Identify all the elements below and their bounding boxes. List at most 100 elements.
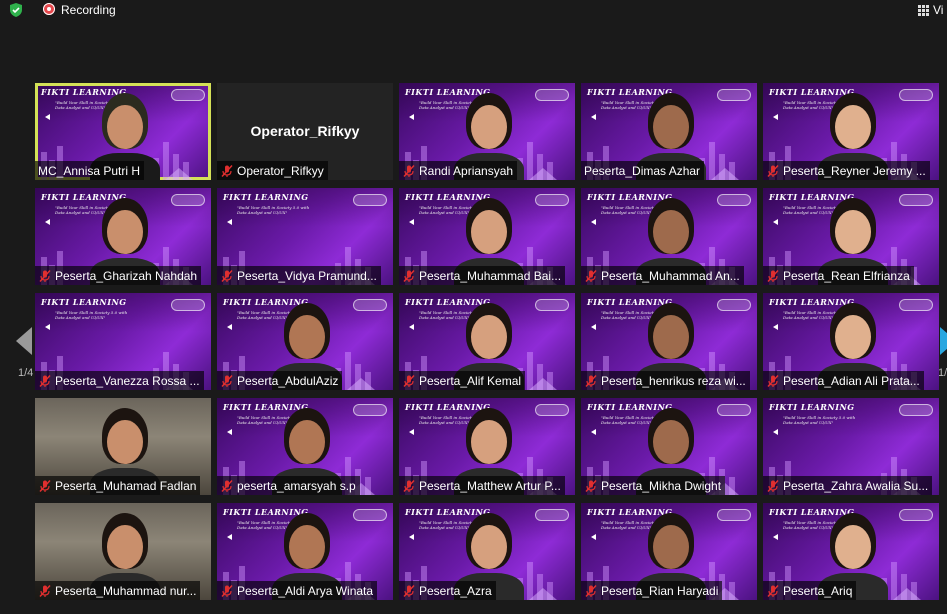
participant-name-bar: Peserta_Zahra Awalia Su... <box>763 476 933 495</box>
participant-name: Peserta_Dimas Azhar <box>584 163 701 178</box>
view-button[interactable]: Vi <box>918 2 943 18</box>
participant-silhouette-face <box>471 420 507 464</box>
participant-silhouette-face <box>471 210 507 254</box>
slide-brand-text: FIKTI LEARNING <box>223 192 309 202</box>
slide-triangle <box>165 168 193 180</box>
video-tile[interactable]: FIKTI LEARNING "Build Your Skill in Socie… <box>35 188 211 285</box>
video-tile[interactable]: FIKTI LEARNING "Build Your Skill in Socie… <box>399 83 575 180</box>
participant-name: Peserta_Alif Kemal <box>419 373 522 388</box>
slide-logo-badge <box>717 404 751 416</box>
participant-silhouette-face <box>653 315 689 359</box>
mic-muted-icon <box>767 584 779 597</box>
participant-silhouette-face <box>653 210 689 254</box>
participant-name: Peserta_Vanezza Rossa ... <box>55 373 200 388</box>
video-tile[interactable]: FIKTI LEARNING "Build Your Skill in Socie… <box>581 503 757 600</box>
video-tile[interactable]: FIKTI LEARNING "Build Your Skill in Socie… <box>763 188 939 285</box>
video-tile[interactable]: FIKTI LEARNING "Build Your Skill in Socie… <box>763 83 939 180</box>
video-tile[interactable]: FIKTI LEARNING "Build Your Skill in Socie… <box>217 188 393 285</box>
video-tile[interactable]: FIKTI LEARNING "Build Your Skill in Socie… <box>581 398 757 495</box>
video-tile[interactable]: FIKTI LEARNING "Build Your Skill in Socie… <box>35 83 211 180</box>
video-tile[interactable]: FIKTI LEARNING "Build Your Skill in Socie… <box>399 398 575 495</box>
top-bar: Recording Vi <box>0 0 947 22</box>
mic-muted-icon <box>221 374 233 387</box>
shield-icon[interactable] <box>8 2 24 18</box>
slide-speaker-icon <box>591 114 596 120</box>
video-tile[interactable]: FIKTI LEARNING "Build Your Skill in Socie… <box>581 83 757 180</box>
participant-name-bar: Peserta_Ariq <box>763 581 857 600</box>
video-tile[interactable]: FIKTI LEARNING "Build Your Skill in Socie… <box>399 293 575 390</box>
slide-speaker-icon <box>409 324 414 330</box>
video-tile[interactable]: FIKTI LEARNING "Build Your Skill in Socie… <box>399 503 575 600</box>
slide-logo-badge <box>899 194 933 206</box>
participant-name: Peserta_Ariq <box>783 583 853 598</box>
participant-name: Peserta_Zahra Awalia Su... <box>783 478 929 493</box>
video-tile[interactable]: FIKTI LEARNING "Build Your Skill in Socie… <box>35 293 211 390</box>
slide-tagline-text: "Build Your Skill in Society 5.0 with Da… <box>55 310 128 320</box>
slide-logo-badge <box>899 89 933 101</box>
participant-name-bar: Peserta_Rean Elfrianza <box>763 266 914 285</box>
slide-speaker-icon <box>591 219 596 225</box>
slide-speaker-icon <box>409 219 414 225</box>
participant-name: MC_Annisa Putri H <box>38 163 141 178</box>
participant-silhouette-face <box>835 210 871 254</box>
slide-brand-text: FIKTI LEARNING <box>769 402 855 412</box>
video-tile[interactable]: FIKTI LEARNING "Build Your Skill in Socie… <box>217 293 393 390</box>
mic-muted-icon <box>767 374 779 387</box>
participant-name-bar: Peserta_Muhammad Bai... <box>399 266 566 285</box>
page-indicator-left: 1/4 <box>18 367 34 379</box>
participant-name: Peserta_Reyner Jeremy ... <box>783 163 926 178</box>
video-tile[interactable]: FIKTI LEARNING "Build Your Skill in Socie… <box>763 503 939 600</box>
slide-speaker-icon <box>773 534 778 540</box>
video-tile[interactable]: FIKTI LEARNING "Build Your Skill in Socie… <box>763 398 939 495</box>
video-tile[interactable]: FIKTI LEARNING "Build Your Skill in Socie… <box>763 293 939 390</box>
mic-muted-icon <box>585 584 597 597</box>
slide-tagline-text: "Build Your Skill in Society 5.0 with Da… <box>237 205 310 215</box>
participant-silhouette-face <box>107 420 143 464</box>
participant-name: Peserta_Muhammad Bai... <box>419 268 562 283</box>
participant-silhouette-face <box>653 105 689 149</box>
slide-triangle <box>711 168 739 180</box>
participant-name: Peserta_henrikus reza wi... <box>601 373 746 388</box>
mic-muted-icon <box>39 269 51 282</box>
slide-logo-badge <box>353 299 387 311</box>
slide-logo-badge <box>899 299 933 311</box>
participant-name: Peserta_Muhammad An... <box>601 268 740 283</box>
mic-muted-icon <box>403 374 415 387</box>
mic-muted-icon <box>585 374 597 387</box>
slide-logo-badge <box>353 509 387 521</box>
participant-name: Peserta_Adian Ali Prata... <box>783 373 920 388</box>
participant-name: Peserta_Rian Haryadi <box>601 583 719 598</box>
participant-name-bar: Peserta_Dimas Azhar <box>581 161 705 180</box>
video-tile[interactable]: FIKTI LEARNING "Build Your Skill in Socie… <box>217 503 393 600</box>
slide-triangle <box>529 378 557 390</box>
video-tile[interactable]: FIKTI LEARNING "Build Your Skill in Socie… <box>399 188 575 285</box>
participant-name-bar: peserta_amarsyah s.p <box>217 476 360 495</box>
slide-speaker-icon <box>591 429 596 435</box>
previous-page-arrow-icon[interactable] <box>14 326 34 356</box>
participant-silhouette-face <box>289 315 325 359</box>
mic-muted-icon <box>403 164 415 177</box>
participant-silhouette-face <box>107 105 143 149</box>
video-tile[interactable]: FIKTI LEARNING "Build Your Skill in Socie… <box>581 188 757 285</box>
slide-logo-badge <box>353 194 387 206</box>
slide-speaker-icon <box>227 534 232 540</box>
view-button-label: Vi <box>933 3 944 17</box>
video-tile[interactable]: FIKTI LEARNING "Build Your Skill in Socie… <box>217 398 393 495</box>
slide-logo-badge <box>535 299 569 311</box>
participant-name: Peserta_Vidya Pramund... <box>237 268 377 283</box>
grid-view-icon <box>918 4 929 16</box>
participant-silhouette-face <box>471 525 507 569</box>
slide-speaker-icon <box>591 324 596 330</box>
participant-silhouette-face <box>289 420 325 464</box>
video-tile[interactable]: Operator_Rifkyy Operator_Rifkyy <box>217 83 393 180</box>
slide-speaker-icon <box>773 114 778 120</box>
slide-logo-badge <box>535 194 569 206</box>
slide-speaker-icon <box>227 219 232 225</box>
video-tile[interactable]: FIKTI LEARNING "Build Your Skill in Socie… <box>581 293 757 390</box>
slide-triangle <box>529 168 557 180</box>
video-tile[interactable]: Peserta_Muhamad Fadlan <box>35 398 211 495</box>
slide-logo-badge <box>899 404 933 416</box>
video-tile[interactable]: Peserta_Muhammad nur... <box>35 503 211 600</box>
slide-speaker-icon <box>409 534 414 540</box>
slide-speaker-icon <box>45 324 50 330</box>
